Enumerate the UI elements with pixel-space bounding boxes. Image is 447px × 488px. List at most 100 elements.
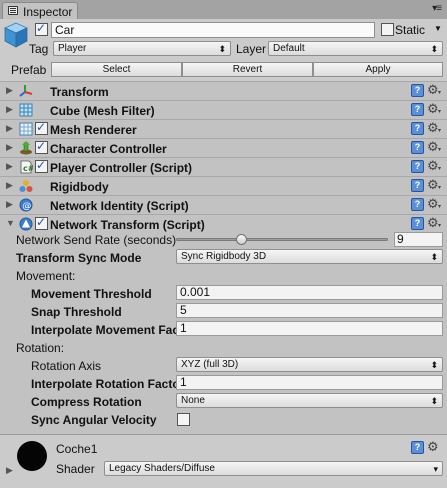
inspector-tab[interactable]: Inspector	[2, 2, 78, 19]
prefab-select-button[interactable]: Select	[51, 62, 182, 77]
gear-icon[interactable]: ⚙ ▾	[427, 177, 441, 193]
compress-rotation-value: None	[181, 395, 205, 406]
component-enabled-checkbox[interactable]	[35, 139, 48, 154]
component-player-controller[interactable]: ▶ c# Player Controller (Script) ? ⚙▾	[0, 157, 447, 176]
chevron-down-icon: ⬍	[430, 252, 438, 262]
sync-mode-label: Transform Sync Mode	[16, 251, 142, 265]
gear-icon[interactable]: ⚙ ▾	[427, 120, 441, 136]
component-name: Transform	[50, 85, 109, 99]
chevron-down-icon: ▾	[433, 464, 438, 474]
gear-icon[interactable]: ⚙ ▾	[427, 196, 441, 212]
foldout-arrow-icon[interactable]: ▶	[6, 104, 13, 115]
prefab-revert-button[interactable]: Revert	[182, 62, 313, 77]
gear-icon[interactable]: ⚙ ▾	[427, 215, 441, 231]
component-mesh-renderer[interactable]: ▶ Mesh Renderer ? ⚙▾	[0, 119, 447, 138]
material-preview-sphere	[17, 441, 47, 471]
component-network-identity[interactable]: ▶ @ Network Identity (Script) ? ⚙ ▾	[0, 195, 447, 214]
gear-icon[interactable]: ⚙ ▾	[427, 82, 441, 98]
snap-threshold-label: Snap Threshold	[31, 305, 122, 319]
rotation-axis-value: XYZ (full 3D)	[181, 359, 239, 370]
component-rigidbody[interactable]: ▶ Rigidbody ? ⚙ ▾	[0, 176, 447, 195]
gear-icon[interactable]: ⚙ ▾	[427, 158, 441, 174]
send-rate-slider-thumb[interactable]	[236, 234, 248, 245]
component-name: Mesh Renderer	[50, 123, 137, 137]
component-name: Network Identity (Script)	[50, 199, 189, 213]
rotation-axis-dropdown[interactable]: XYZ (full 3D) ⬍	[176, 357, 443, 372]
component-enabled-checkbox[interactable]	[35, 120, 48, 135]
network-identity-icon: @	[19, 198, 33, 212]
send-rate-value-field[interactable]: 9	[394, 232, 443, 247]
compress-rotation-dropdown[interactable]: None ⬍	[176, 393, 443, 408]
component-transform[interactable]: ▶ Transform ? ⚙ ▾	[0, 81, 447, 100]
help-icon[interactable]: ?	[411, 198, 424, 211]
snap-threshold-field[interactable]: 5	[176, 303, 443, 318]
gameobject-header: Car Static ▼ Tag Player ⬍ Layer Default …	[0, 19, 447, 82]
layer-dropdown[interactable]: Default ⬍	[268, 41, 443, 56]
static-label: Static	[395, 23, 426, 37]
help-icon[interactable]: ?	[411, 103, 424, 116]
rotation-axis-label: Rotation Axis	[31, 359, 102, 373]
component-mesh-filter[interactable]: ▶ Cube (Mesh Filter) ? ⚙ ▾	[0, 100, 447, 119]
gameobject-cube-icon	[4, 22, 28, 48]
component-name: Character Controller	[50, 142, 167, 156]
gear-icon[interactable]: ⚙ ▾	[427, 139, 441, 155]
chevron-down-icon: ⬍	[218, 44, 226, 54]
tab-menu-icon[interactable]: ▾≡	[432, 3, 442, 14]
help-icon[interactable]: ?	[411, 217, 424, 230]
help-icon[interactable]: ?	[411, 179, 424, 192]
compress-rotation-label: Compress Rotation	[31, 395, 142, 409]
shader-value: Legacy Shaders/Diffuse	[109, 463, 215, 474]
gameobject-name-field[interactable]: Car	[51, 22, 375, 38]
foldout-arrow-icon[interactable]: ▶	[6, 180, 13, 191]
movement-threshold-field[interactable]: 0.001	[176, 285, 443, 300]
rotation-header: Rotation:	[16, 341, 65, 355]
gameobject-active-checkbox[interactable]	[35, 21, 48, 36]
help-icon[interactable]: ?	[411, 441, 424, 454]
chevron-down-icon: ⬍	[430, 396, 438, 406]
tag-label: Tag	[29, 42, 49, 56]
help-icon[interactable]: ?	[411, 141, 424, 154]
shader-dropdown[interactable]: Legacy Shaders/Diffuse ▾	[104, 461, 443, 476]
gear-icon[interactable]: ⚙	[427, 439, 439, 455]
send-rate-label: Network Send Rate (seconds)	[16, 233, 177, 247]
sync-angular-velocity-checkbox[interactable]	[177, 413, 190, 426]
tag-value: Player	[58, 43, 87, 54]
movement-header: Movement:	[16, 269, 76, 283]
help-icon[interactable]: ?	[411, 122, 424, 135]
component-enabled-checkbox[interactable]	[35, 158, 48, 173]
transform-icon	[19, 85, 33, 97]
component-network-transform[interactable]: ▼ Network Transform (Script) ? ⚙▾	[0, 214, 447, 233]
static-dropdown-arrow-icon[interactable]: ▼	[434, 24, 442, 33]
gear-icon[interactable]: ⚙ ▾	[427, 101, 441, 117]
layer-label: Layer	[236, 42, 267, 56]
interpolate-rotation-label: Interpolate Rotation Facto	[31, 377, 180, 391]
foldout-arrow-icon[interactable]: ▶	[6, 85, 13, 96]
foldout-arrow-icon[interactable]: ▶	[6, 123, 13, 134]
movement-threshold-label: Movement Threshold	[31, 287, 152, 301]
component-character-controller[interactable]: ▶ Character Controller ? ⚙▾	[0, 138, 447, 157]
svg-text:@: @	[22, 202, 31, 212]
network-transform-icon	[19, 217, 33, 231]
interpolate-movement-field[interactable]: 1	[176, 321, 443, 336]
foldout-arrow-icon[interactable]: ▶	[6, 465, 13, 476]
component-name: Player Controller (Script)	[50, 161, 193, 175]
rigidbody-icon	[19, 180, 33, 192]
prefab-label: Prefab	[11, 63, 47, 77]
chevron-down-icon: ⬍	[430, 44, 438, 54]
foldout-arrow-icon[interactable]: ▶	[6, 199, 13, 210]
foldout-expanded-icon[interactable]: ▼	[6, 218, 15, 228]
static-checkbox[interactable]	[381, 23, 394, 36]
component-enabled-checkbox[interactable]	[35, 215, 48, 230]
tag-dropdown[interactable]: Player ⬍	[53, 41, 231, 56]
sync-mode-value: Sync Rigidbody 3D	[181, 251, 267, 262]
send-rate-slider-track[interactable]	[176, 238, 388, 241]
foldout-arrow-icon[interactable]: ▶	[6, 161, 13, 172]
mesh-filter-icon	[19, 103, 33, 117]
foldout-arrow-icon[interactable]: ▶	[6, 142, 13, 153]
prefab-apply-button[interactable]: Apply	[313, 62, 443, 77]
interpolate-rotation-field[interactable]: 1	[176, 375, 443, 390]
help-icon[interactable]: ?	[411, 160, 424, 173]
sync-mode-dropdown[interactable]: Sync Rigidbody 3D ⬍	[176, 249, 443, 264]
chevron-down-icon: ⬍	[430, 360, 438, 370]
help-icon[interactable]: ?	[411, 84, 424, 97]
